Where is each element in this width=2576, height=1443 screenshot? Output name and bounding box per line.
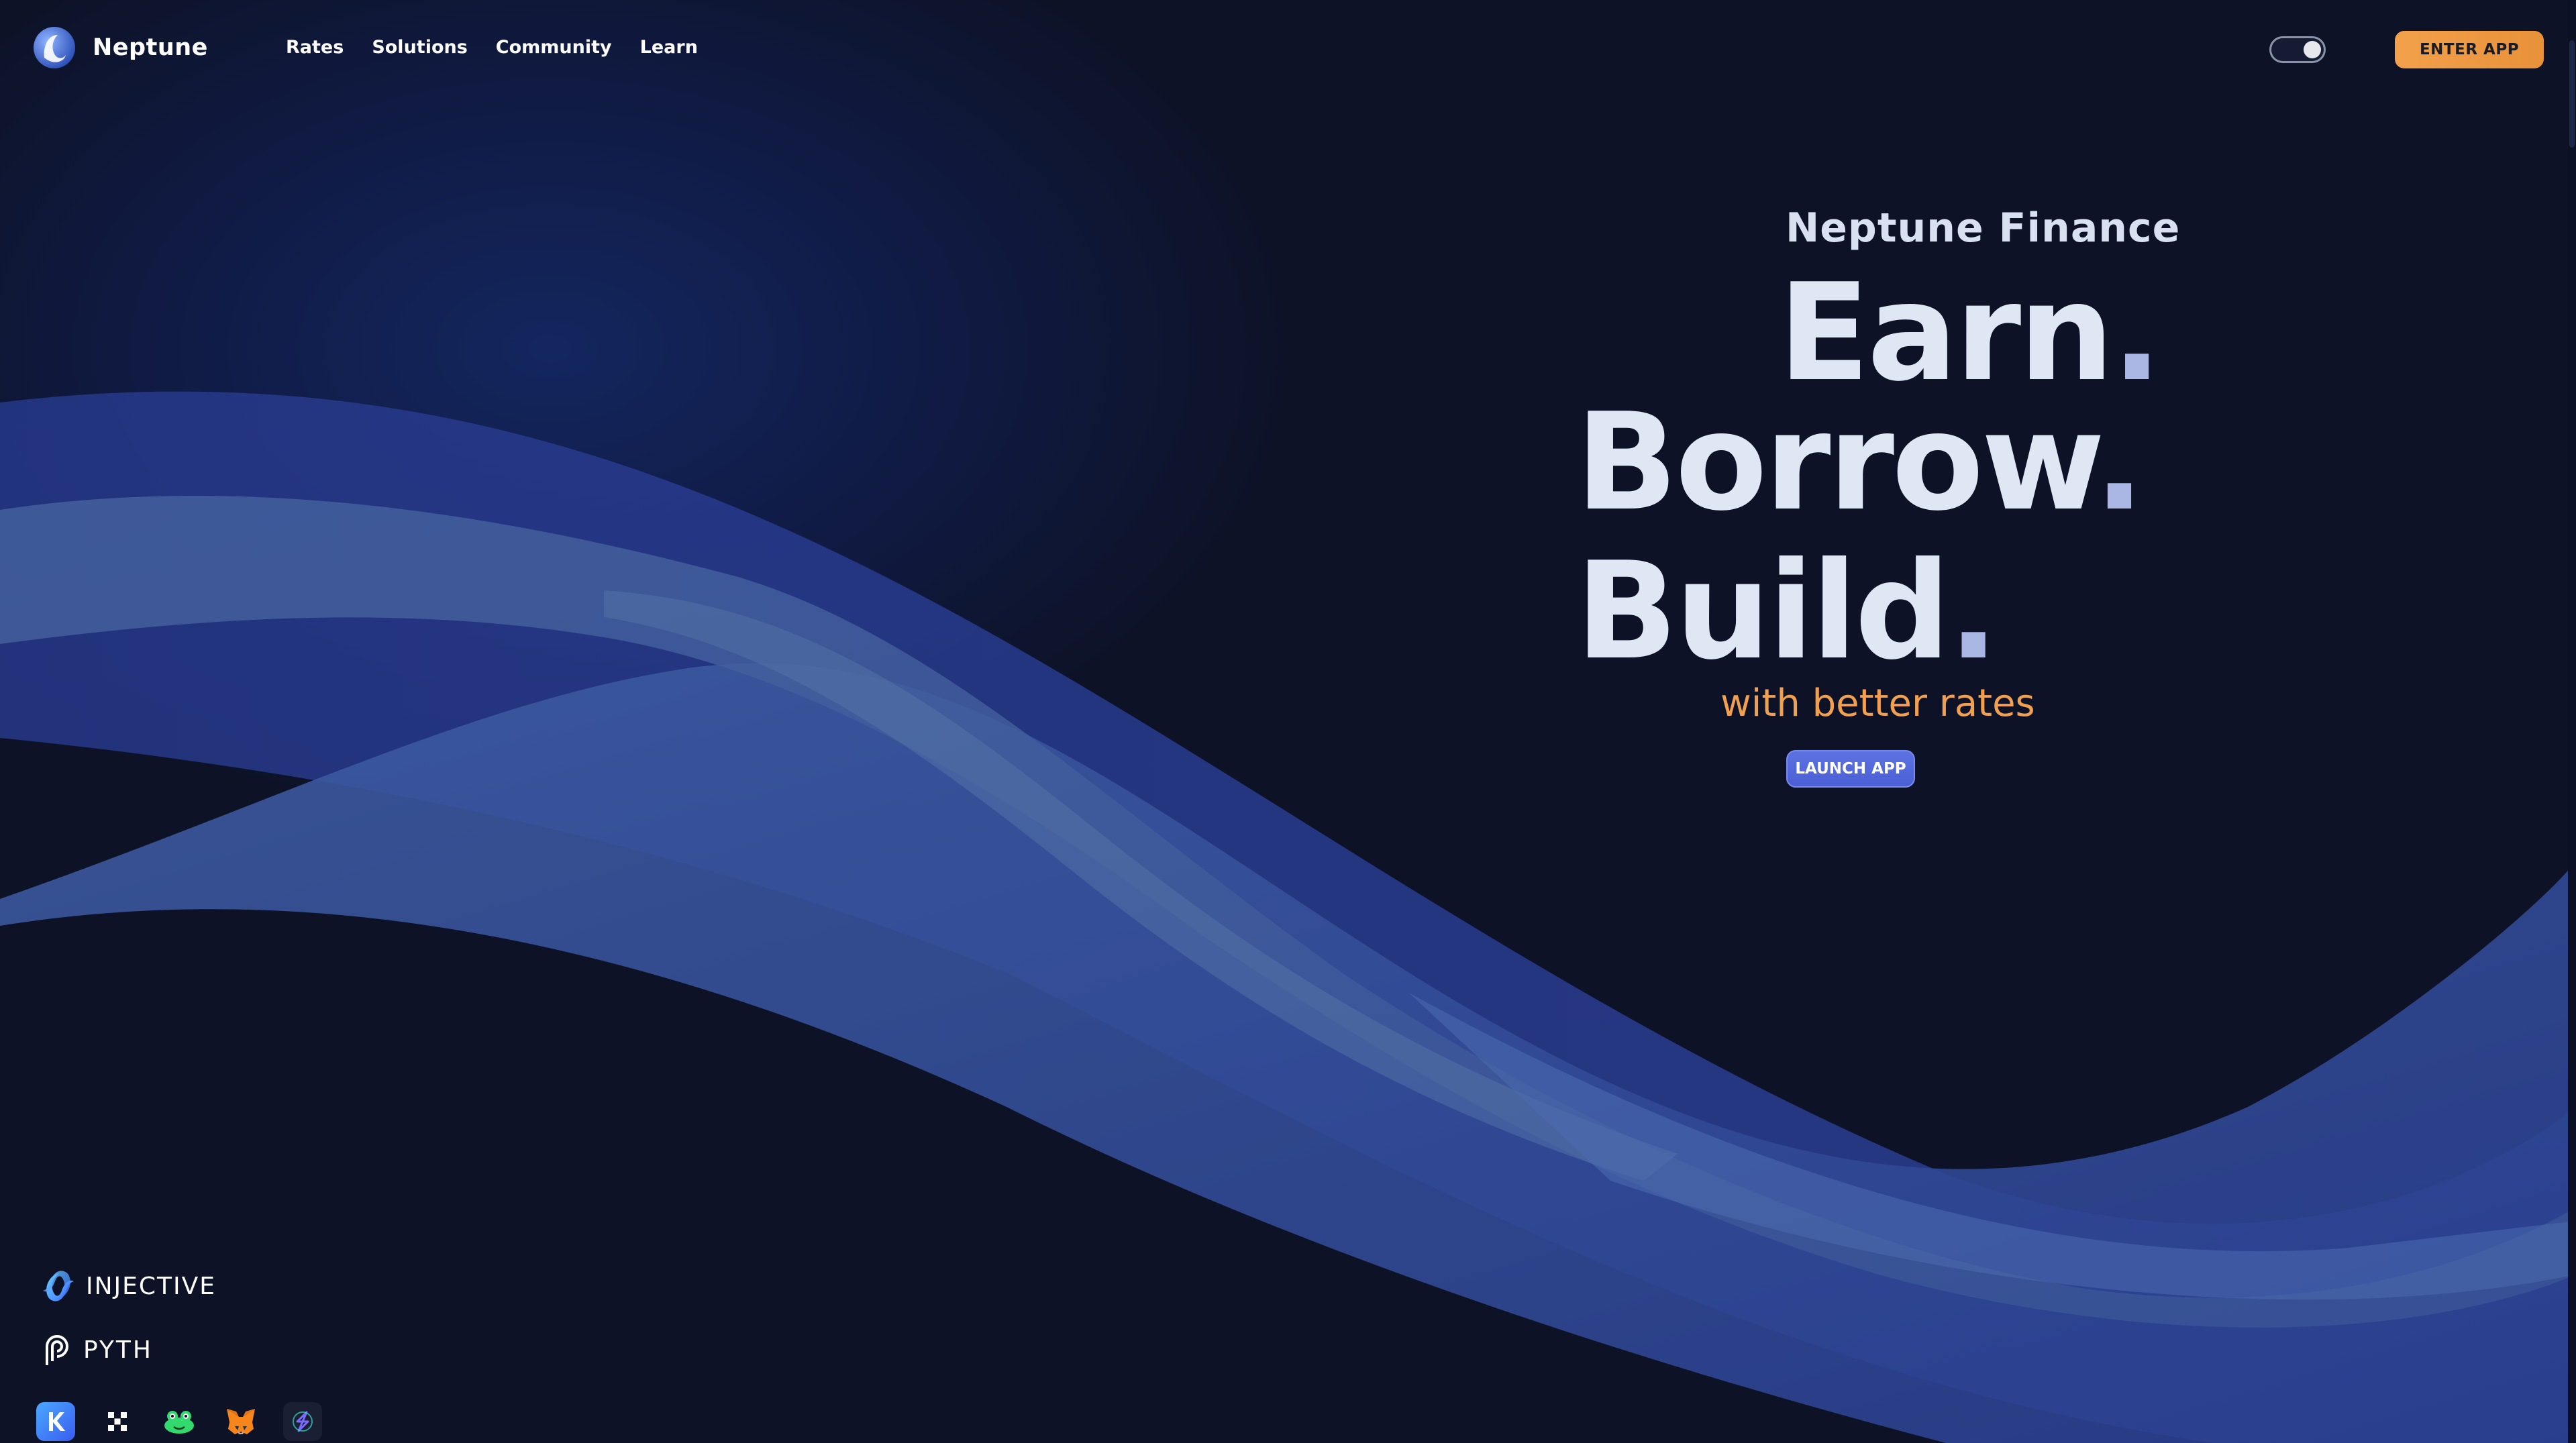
ninji-icon[interactable] <box>283 1402 322 1441</box>
theme-toggle-icon <box>2304 41 2321 58</box>
hero-dot: . <box>1948 533 1999 690</box>
wave-background <box>0 391 2576 1443</box>
metamask-icon[interactable] <box>221 1402 260 1441</box>
hero-word-build: Build <box>1576 533 1951 690</box>
enter-app-button[interactable]: ENTER APP <box>2395 31 2544 68</box>
pyth-label: PYTH <box>83 1336 153 1364</box>
injective-icon <box>43 1271 74 1301</box>
wallet-list <box>36 1402 322 1441</box>
nav-solutions[interactable]: Solutions <box>372 37 467 58</box>
landing-page: Neptune Rates Solutions Community Learn … <box>0 0 2576 1443</box>
hero-subtitle: Neptune Finance <box>1786 205 2181 252</box>
hero-word-borrow: Borrow <box>1576 384 2096 541</box>
partner-pyth[interactable]: PYTH <box>40 1332 153 1368</box>
top-header: Neptune Rates Solutions Community Learn … <box>0 0 2576 101</box>
theme-toggle[interactable] <box>2269 36 2326 63</box>
hero-line-borrow: Borrow. <box>1576 396 2145 530</box>
page-scrollbar[interactable] <box>2568 0 2576 1443</box>
nav-learn[interactable]: Learn <box>640 37 698 58</box>
injective-label: INJECTIVE <box>86 1272 217 1300</box>
partner-injective[interactable]: INJECTIVE <box>40 1268 216 1304</box>
nav-community[interactable]: Community <box>496 37 612 58</box>
hero-dot: . <box>2094 384 2145 541</box>
hero-line-build: Build. <box>1576 545 1999 679</box>
pyth-icon <box>46 1335 68 1365</box>
scrollbar-thumb[interactable] <box>2569 40 2575 148</box>
nav-rates[interactable]: Rates <box>286 37 344 58</box>
hero-tagline: with better rates <box>1720 682 2035 725</box>
brand-name: Neptune <box>93 34 208 61</box>
okx-icon[interactable] <box>98 1402 137 1441</box>
brand[interactable]: Neptune <box>32 25 208 70</box>
neptune-logo-icon <box>34 27 75 68</box>
main-nav: Rates Solutions Community Learn <box>286 37 698 58</box>
launch-app-button[interactable]: LAUNCH APP <box>1786 750 1915 788</box>
hero-line-earn: Earn. <box>1778 266 2163 400</box>
keplr-icon[interactable] <box>36 1402 75 1441</box>
leap-icon[interactable] <box>160 1402 199 1441</box>
